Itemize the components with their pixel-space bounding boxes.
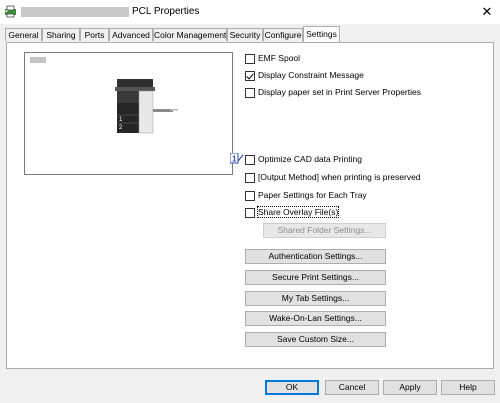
- tab-advanced[interactable]: Advanced: [109, 28, 153, 41]
- output-method-checkbox[interactable]: [245, 173, 255, 183]
- tab-settings[interactable]: Settings: [303, 26, 340, 42]
- tab-color-management[interactable]: Color Management: [153, 28, 227, 41]
- output-method-label: [Output Method] when printing is preserv…: [258, 172, 421, 182]
- paper-settings-tray-label: Paper Settings for Each Tray: [258, 190, 367, 200]
- display-constraint-label: Display Constraint Message: [258, 70, 364, 80]
- close-icon: ✕: [481, 4, 493, 19]
- tab-label: Sharing: [46, 30, 76, 40]
- paper-settings-tray-checkbox[interactable]: [245, 191, 255, 201]
- cancel-button[interactable]: Cancel: [325, 380, 379, 395]
- authentication-settings-button[interactable]: Authentication Settings...: [245, 249, 386, 264]
- display-paper-set-checkbox[interactable]: [245, 88, 255, 98]
- tab-label: Ports: [84, 30, 105, 40]
- printer-app-icon: [5, 5, 16, 18]
- tab-label: Security: [229, 30, 261, 40]
- emf-spool-label: EMF Spool: [258, 53, 301, 63]
- redacted-printer-name: [21, 7, 129, 17]
- printer-preview: 1 2: [24, 52, 233, 175]
- info-marker-number: 1: [232, 155, 237, 164]
- window-title: PCL Properties: [132, 6, 200, 17]
- share-overlay-checkbox[interactable]: [245, 208, 255, 218]
- shared-folder-settings-button[interactable]: Shared Folder Settings...: [263, 223, 386, 238]
- title-bar: PCL Properties ✕: [0, 0, 500, 24]
- tab-general[interactable]: General: [5, 28, 42, 41]
- tab-configure[interactable]: Configure: [263, 28, 303, 41]
- tab-label: Advanced: [112, 30, 150, 40]
- tab-sharing[interactable]: Sharing: [42, 28, 80, 41]
- my-tab-settings-button[interactable]: My Tab Settings...: [245, 291, 386, 306]
- tab-label: Settings: [306, 29, 337, 39]
- redacted-model-label: [30, 57, 46, 63]
- tab-security[interactable]: Security: [227, 28, 263, 41]
- emf-spool-checkbox[interactable]: [245, 54, 255, 64]
- save-custom-size-button[interactable]: Save Custom Size...: [245, 332, 386, 347]
- tab-label: General: [8, 30, 39, 40]
- share-overlay-label: Share Overlay File(s): [256, 206, 340, 218]
- optimize-cad-checkbox[interactable]: [245, 155, 255, 165]
- close-button[interactable]: ✕: [474, 0, 500, 24]
- help-button[interactable]: Help: [441, 380, 495, 395]
- optimize-cad-label: Optimize CAD data Printing: [258, 154, 362, 164]
- secure-print-settings-button[interactable]: Secure Print Settings...: [245, 270, 386, 285]
- tab-label: Configure: [264, 30, 302, 40]
- printer-device-icon: 1 2: [115, 79, 178, 134]
- tab-label: Color Management: [154, 30, 227, 40]
- tab-ports[interactable]: Ports: [80, 28, 109, 41]
- info-marker-icon: 1: [230, 153, 244, 164]
- wake-on-lan-settings-button[interactable]: Wake-On-Lan Settings...: [245, 311, 386, 326]
- apply-button[interactable]: Apply: [383, 380, 437, 395]
- display-constraint-checkbox[interactable]: [245, 71, 255, 81]
- ok-button[interactable]: OK: [265, 380, 319, 395]
- display-paper-set-label: Display paper set in Print Server Proper…: [258, 87, 421, 97]
